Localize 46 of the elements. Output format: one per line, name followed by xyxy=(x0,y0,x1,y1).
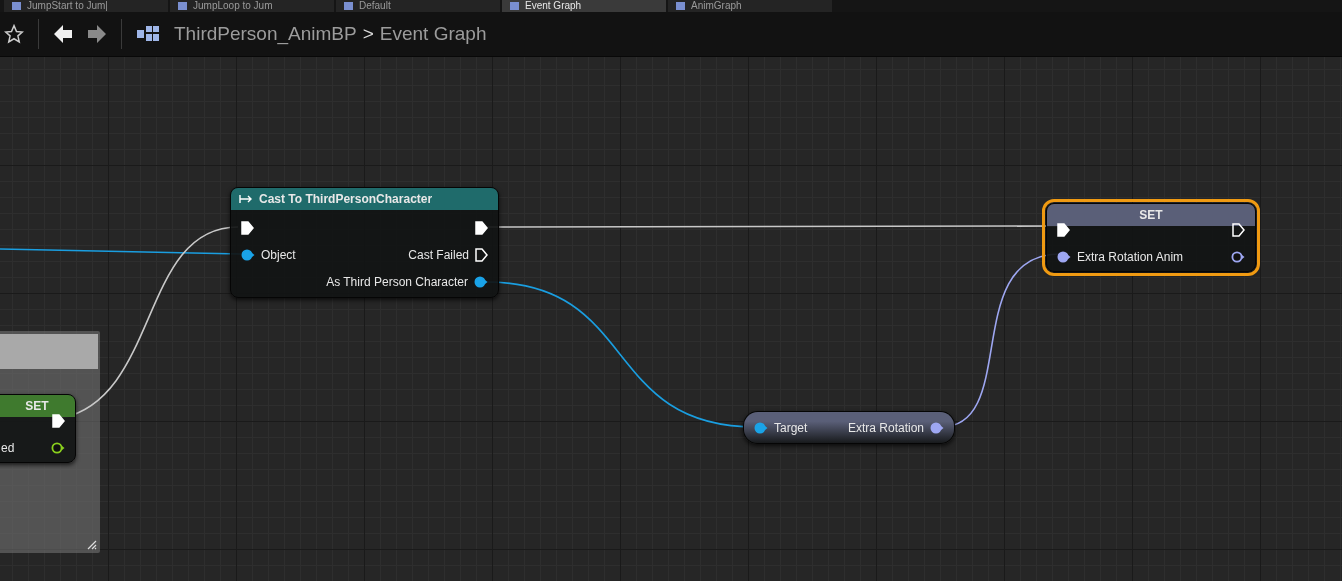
editor-tab[interactable]: JumpStart to Jum| xyxy=(4,0,168,12)
breadcrumb-separator: > xyxy=(362,23,374,45)
graph-name[interactable]: Event Graph xyxy=(379,23,487,45)
graph-node[interactable]: SET ed xyxy=(0,394,76,463)
editor-tab[interactable]: AnimGraph xyxy=(668,0,832,12)
back-arrow-icon[interactable] xyxy=(53,24,73,44)
data-pin-icon[interactable] xyxy=(241,248,255,261)
data-pin-icon[interactable] xyxy=(1231,250,1245,263)
tab-icon xyxy=(178,2,187,10)
graph-node[interactable]: Target Extra Rotation xyxy=(743,411,955,444)
pin-label: As Third Person Character xyxy=(326,274,468,289)
data-pin-icon[interactable] xyxy=(474,275,488,288)
node-title: SET xyxy=(1139,208,1163,222)
exec-pin-icon[interactable] xyxy=(1232,222,1245,237)
pin-label: Target xyxy=(774,420,808,435)
pin-label: Cast Failed xyxy=(408,247,469,262)
pin-label: ed xyxy=(1,440,15,455)
forward-arrow-icon[interactable] xyxy=(87,24,107,44)
tab-icon xyxy=(510,2,519,10)
tab-icon xyxy=(12,2,21,10)
data-pin-icon[interactable] xyxy=(754,421,768,434)
node-title: Cast To ThirdPersonCharacter xyxy=(259,192,433,206)
star-icon[interactable] xyxy=(4,24,24,44)
exec-pin-icon[interactable] xyxy=(241,220,254,235)
editor-tab[interactable]: Default xyxy=(336,0,500,12)
blueprint-name[interactable]: ThirdPerson_AnimBP xyxy=(174,23,357,45)
pin-label: Extra Rotation xyxy=(847,420,924,435)
exec-pin-icon[interactable] xyxy=(1057,222,1070,237)
graph-node[interactable]: Cast To ThirdPersonCharacter Object Cast Failed As Third Person Character xyxy=(230,187,499,298)
tab-icon xyxy=(344,2,353,10)
editor-tab[interactable]: JumpLoop to Jum xyxy=(170,0,334,12)
exec-pin-icon[interactable] xyxy=(52,413,65,428)
data-pin-icon[interactable] xyxy=(930,421,944,434)
tab-icon xyxy=(676,2,685,10)
cast-arrow-icon xyxy=(239,195,253,203)
editor-tab[interactable]: Event Graph xyxy=(502,0,666,12)
graph-canvas[interactable]: SET ed Cast To ThirdPersonCharacter Object Cast Failed As Third Person Character Target Extra Rotation SET Extra Rotation Anim xyxy=(0,57,1342,581)
data-pin-icon[interactable] xyxy=(1057,250,1071,263)
exec-pin-icon[interactable] xyxy=(475,247,488,262)
resize-grip-icon[interactable] xyxy=(85,538,97,550)
pin-label: Object xyxy=(261,247,296,262)
data-pin-icon[interactable] xyxy=(51,441,65,454)
pin-label: Extra Rotation Anim xyxy=(1077,249,1184,264)
node-title: SET xyxy=(25,399,49,413)
blueprint-icon xyxy=(136,24,160,44)
exec-pin-icon[interactable] xyxy=(475,220,488,235)
